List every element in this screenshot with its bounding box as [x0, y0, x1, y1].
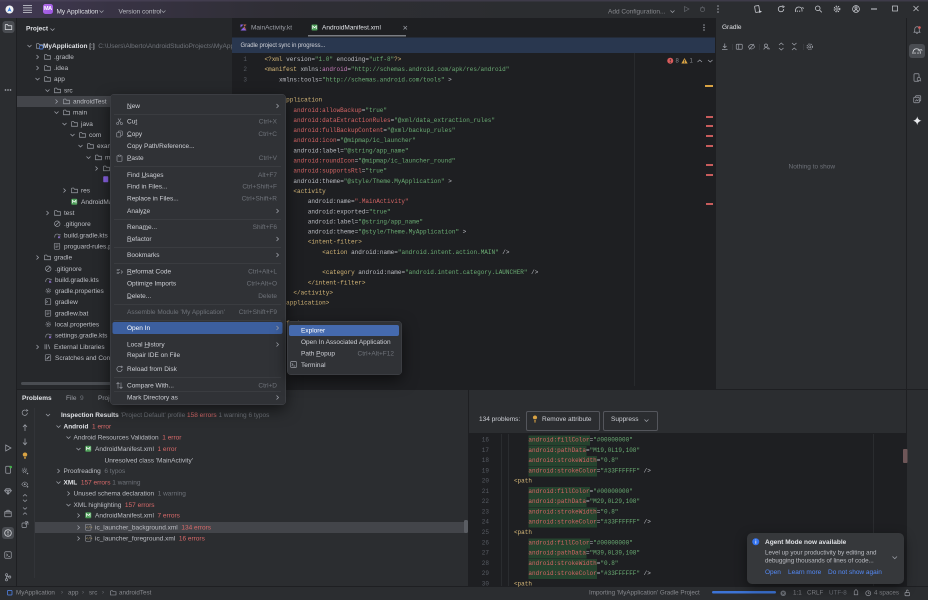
svg-text:</>: </> [86, 537, 92, 542]
svg-text:</>: </> [86, 526, 92, 531]
